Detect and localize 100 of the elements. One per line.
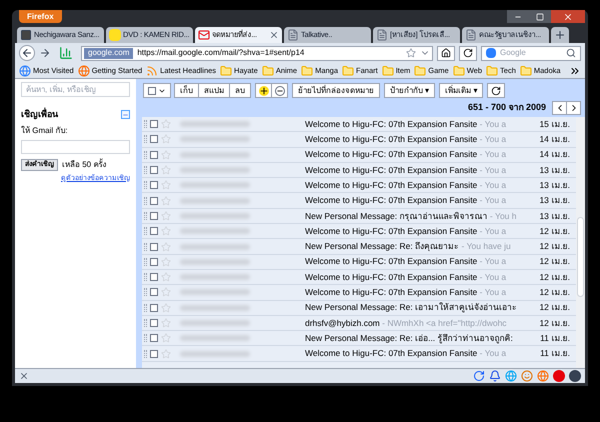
reload-button[interactable] [459, 46, 477, 60]
checkbox[interactable] [150, 319, 158, 327]
mail-row[interactable]: Welcome to Higu-FC: 07th Expansion Fansite - You a 14 เม.ย. [142, 132, 576, 148]
mail-row[interactable]: Welcome to Higu-FC: 07th Expansion Fansite - You a 15 เม.ย. [142, 117, 576, 132]
checkbox[interactable] [150, 150, 158, 159]
star-icon[interactable] [161, 119, 171, 130]
bookmark-star-icon[interactable] [406, 48, 416, 58]
invite-label: ให้ Gmail กับ: [21, 124, 69, 136]
star-icon[interactable] [161, 150, 171, 160]
star-icon[interactable] [161, 287, 171, 298]
mark-important-button[interactable] [255, 83, 272, 98]
mail-row[interactable]: Welcome to Higu-FC: 07th Expansion Fansite - You a 12 เม.ย. [142, 270, 576, 286]
folder-icon [486, 64, 498, 76]
checkbox[interactable] [150, 273, 158, 282]
mail-row[interactable]: drhsfv@hybizh.com - NWmhXh <a href="http://dwohc 12 เม.ย. [142, 316, 576, 332]
mail-row[interactable]: Welcome to Higu-FC: 07th Expansion Fansite - You a 12 เม.ย. [142, 224, 576, 240]
star-icon[interactable] [161, 333, 171, 344]
next-page-button[interactable] [566, 101, 581, 115]
mail-row[interactable]: New Personal Message: กรุณาอ่านและพิจารณา - You h 13 เม.ย. [142, 208, 576, 224]
new-tab-button[interactable] [551, 27, 569, 43]
mail-snippet: - You a [478, 149, 506, 160]
mail-row[interactable]: New Personal Message: Re: ถึงคุณยามะ - You have ju 12 เม.ย. [142, 239, 576, 255]
close-icon[interactable] [19, 371, 29, 381]
mail-subject: Welcome to Higu-FC: 07th Expansion Fansite [305, 118, 478, 129]
mail-row[interactable]: Welcome to Higu-FC: 07th Expansion Fansite - You a 14 เม.ย. [142, 148, 576, 163]
scrollbar[interactable] [576, 117, 585, 368]
back-button[interactable] [19, 45, 35, 61]
checkbox[interactable] [150, 135, 158, 144]
star-icon[interactable] [161, 165, 171, 176]
star-icon[interactable] [161, 242, 171, 252]
star-icon[interactable] [161, 348, 171, 359]
checkbox[interactable] [150, 120, 158, 128]
move-to-inbox-button[interactable]: ย้ายไปที่กล่องจดหมาย [292, 83, 380, 98]
signal-bars-icon[interactable] [59, 46, 73, 60]
mail-row[interactable]: Welcome to Higu-FC: 07th Expansion Fansite - You a 11 เม.ย. [142, 346, 576, 362]
checkbox[interactable] [150, 227, 158, 236]
mail-snippet: - NWmhXh <a href="http://dwohc [381, 318, 507, 328]
checkbox[interactable] [150, 304, 158, 312]
checkbox[interactable] [150, 258, 158, 266]
checkbox[interactable] [150, 334, 158, 342]
mail-snippet: - You h [488, 210, 516, 221]
select-all-button[interactable] [143, 83, 171, 98]
checkbox[interactable] [150, 196, 158, 205]
star-icon[interactable] [161, 196, 171, 206]
globe-icon[interactable] [505, 370, 517, 382]
star-icon[interactable] [161, 226, 171, 236]
blurred-sender [180, 350, 250, 357]
globe-icon[interactable] [537, 370, 549, 382]
checkbox[interactable] [150, 212, 158, 220]
star-icon[interactable] [161, 256, 171, 267]
blurred-sender [180, 136, 250, 142]
mail-row[interactable]: Welcome to Higu-FC: 07th Expansion Fansite - You a 13 เม.ย. [142, 193, 576, 209]
home-button[interactable] [437, 46, 455, 60]
blurred-sender [180, 274, 250, 280]
star-icon[interactable] [161, 272, 171, 282]
checkbox[interactable] [150, 242, 158, 251]
address-bar[interactable]: google.com https://mail.google.com/mail/?shva=1#sent/p14 [81, 46, 433, 60]
checkbox[interactable] [150, 288, 158, 296]
bell-icon[interactable] [489, 370, 501, 382]
sync-icon[interactable] [473, 370, 485, 382]
close-button[interactable] [551, 10, 585, 23]
forward-icon[interactable] [39, 47, 51, 59]
mail-row[interactable]: Welcome to Higu-FC: 07th Expansion Fansite - You a 12 เม.ย. [142, 285, 576, 301]
refresh-button[interactable] [487, 83, 506, 98]
mail-row[interactable]: Welcome to Higu-FC: 07th Expansion Fansite - You a 13 เม.ย. [142, 178, 576, 194]
mail-row[interactable]: New Personal Message: Re: เอ่อ... รู้สึกว่าท่านอาจถูกคิ: 11 เม.ย. [142, 331, 576, 346]
toolbar-button[interactable]: เก็บ [174, 83, 199, 98]
mail-subject: Welcome to Higu-FC: 07th Expansion Fansite [305, 164, 478, 175]
blurred-sender [180, 320, 250, 326]
star-icon[interactable] [161, 134, 171, 144]
mail-icon [198, 29, 210, 41]
star-icon[interactable] [161, 210, 171, 221]
search-icon[interactable] [566, 48, 576, 58]
mark-unimportant-button[interactable] [271, 83, 288, 98]
more-button[interactable]: เพิ่มเติม ▾ [439, 83, 484, 98]
maximize-icon [536, 12, 544, 20]
previous-page-button[interactable] [552, 101, 567, 115]
email-input-field[interactable] [21, 140, 130, 154]
site-identity-badge[interactable]: google.com [84, 48, 134, 58]
star-icon[interactable] [161, 318, 171, 328]
folder-icon [342, 64, 354, 76]
collapse-icon[interactable] [121, 110, 130, 120]
checkbox[interactable] [150, 166, 158, 174]
close-tab-icon[interactable] [269, 30, 279, 40]
mail-snippet: - You a [478, 134, 506, 144]
star-icon[interactable] [161, 180, 171, 190]
mail-date: 14 เม.ย. [538, 133, 571, 146]
toolbar-button[interactable]: สแปม [198, 83, 230, 98]
checkbox[interactable] [150, 350, 158, 358]
mail-row[interactable]: New Personal Message: Re: เอามาให้สาคูเน่จังอ่านเอาะ 12 เม.ย. [142, 300, 576, 316]
folder-icon [520, 64, 532, 76]
labels-button[interactable]: ป้ายกำกับ ▾ [384, 83, 436, 98]
maximize-button[interactable] [529, 10, 551, 23]
star-icon[interactable] [161, 302, 171, 313]
mail-row[interactable]: Welcome to Higu-FC: 07th Expansion Fansite - You a 13 เม.ย. [142, 162, 576, 178]
smiley-icon[interactable] [521, 370, 533, 382]
toolbar-button[interactable]: ลบ [229, 83, 251, 98]
mail-date: 14 เม.ย. [538, 148, 571, 162]
checkbox[interactable] [150, 181, 158, 190]
mail-row[interactable]: Welcome to Higu-FC: 07th Expansion Fansite - You a 12 เม.ย. [142, 254, 576, 270]
